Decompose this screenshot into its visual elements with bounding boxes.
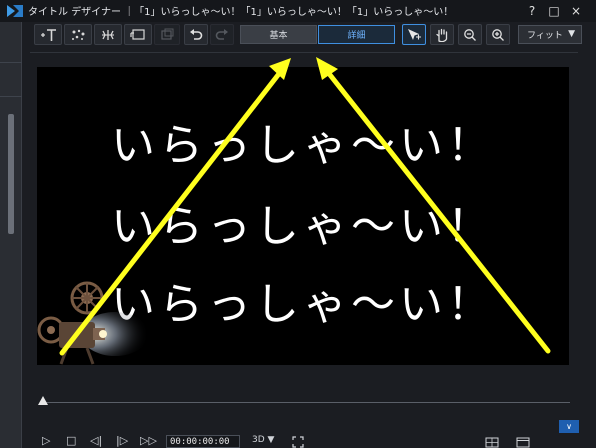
particle-icon	[72, 29, 85, 40]
app-logo-icon	[7, 5, 23, 17]
fullscreen-expand-icon[interactable]	[292, 436, 304, 448]
playback-controls: ▷ □ ◁| |▷ ▷▷	[36, 434, 596, 448]
help-button[interactable]: ?	[524, 2, 540, 19]
left-panel-divider	[0, 62, 22, 63]
zoom-out-button[interactable]	[458, 24, 482, 45]
chevron-down-icon: ▼	[568, 29, 575, 39]
zoom-fit-label: フィット	[527, 31, 563, 41]
timeline-track[interactable]	[44, 402, 570, 403]
left-panel	[0, 22, 22, 448]
move-cursor-icon	[408, 28, 421, 40]
expand-timeline-button[interactable]: ∨	[559, 420, 579, 433]
title-bar: タイトル デザイナー ｜「1」いらっしゃ〜い！「1」いらっしゃ〜い！「1」いらっ…	[0, 0, 596, 22]
grid-icon[interactable]	[516, 437, 530, 448]
zoom-fit-select[interactable]: フィット ▼	[518, 25, 582, 44]
play-button[interactable]: ▷	[42, 434, 50, 447]
title-preview-canvas[interactable]: いらっしゃ〜い！ いらっしゃ〜い！ いらっしゃ〜い！	[37, 67, 569, 365]
tab-basic[interactable]: 基本	[240, 25, 317, 44]
timecode-field[interactable]: 00:00:00:00	[166, 435, 240, 448]
next-frame-button[interactable]: |▷	[116, 434, 128, 447]
previous-frame-button[interactable]: ◁|	[90, 434, 102, 447]
safe-zone-icon[interactable]	[485, 437, 499, 448]
left-panel-scrollbar[interactable]	[8, 114, 14, 234]
undo-icon	[190, 28, 203, 40]
designer-toolbar: 基本 詳細 フィット ▼	[34, 24, 586, 46]
insert-background-button[interactable]	[154, 24, 180, 45]
timeline-playhead[interactable]	[38, 396, 48, 405]
move-tool-button[interactable]	[402, 24, 426, 45]
zoom-out-icon	[464, 28, 476, 41]
undo-button[interactable]	[184, 24, 208, 45]
maximize-button[interactable]: □	[546, 2, 562, 19]
insert-text-icon	[41, 28, 56, 41]
film-projector-image	[37, 281, 147, 365]
caption-line-2[interactable]: いらっしゃ〜い！	[37, 190, 569, 254]
toolbar-divider	[30, 52, 578, 53]
zoom-in-icon	[492, 28, 504, 41]
left-panel-divider	[0, 96, 22, 97]
insert-effect-button[interactable]	[94, 24, 122, 45]
hand-tool-button[interactable]	[430, 24, 454, 45]
insert-text-button[interactable]	[34, 24, 62, 45]
close-button[interactable]: ×	[568, 2, 584, 19]
hand-icon	[436, 28, 448, 42]
fast-forward-button[interactable]: ▷▷	[140, 434, 157, 447]
layers-icon	[161, 28, 174, 40]
caption-line-1[interactable]: いらっしゃ〜い！	[37, 109, 569, 173]
tab-detail[interactable]: 詳細	[318, 25, 395, 44]
window-title: タイトル デザイナー ｜「1」いらっしゃ〜い！「1」いらっしゃ〜い！「1」いらっ…	[28, 7, 454, 18]
3d-mode-dropdown[interactable]: 3D ▼	[252, 435, 274, 445]
frame-icon	[130, 28, 145, 40]
zoom-in-button[interactable]	[486, 24, 510, 45]
redo-button[interactable]	[210, 24, 234, 45]
insert-particle-button[interactable]	[64, 24, 92, 45]
sparkle-icon	[102, 29, 114, 40]
redo-icon	[215, 28, 228, 40]
chevron-down-icon: ∨	[566, 422, 572, 431]
stop-button[interactable]: □	[66, 434, 76, 447]
insert-image-button[interactable]	[124, 24, 152, 45]
